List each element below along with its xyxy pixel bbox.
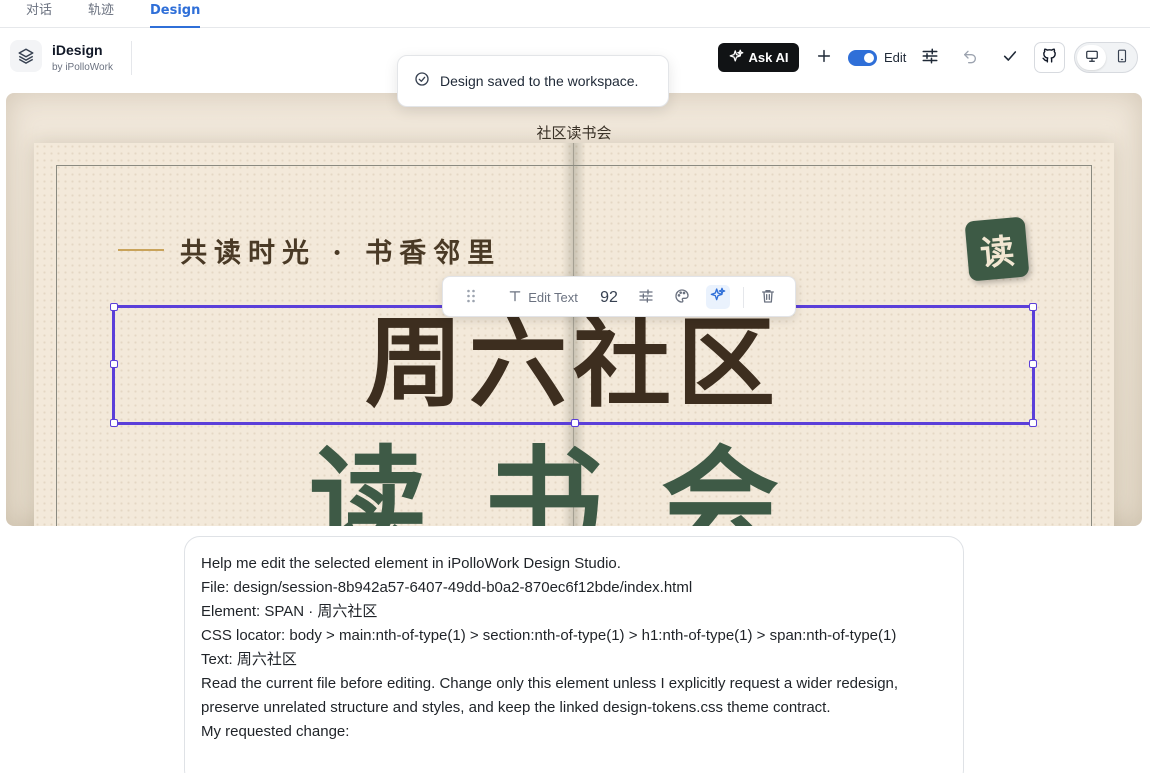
sliders-icon	[638, 288, 654, 308]
edit-mode-toggle[interactable]	[848, 50, 877, 66]
resize-handle-top-right[interactable]	[1029, 303, 1037, 311]
tagline-text[interactable]: 共读时光 · 书香邻里	[180, 231, 501, 270]
resize-handle-bottom-left[interactable]	[110, 419, 118, 427]
palette-icon	[674, 288, 690, 308]
app-subtitle: by iPolloWork	[52, 62, 113, 73]
prompt-line: Text: 周六社区	[201, 651, 297, 668]
page-label: 社区读书会	[536, 124, 612, 142]
github-button[interactable]	[1034, 42, 1065, 73]
prompt-line: CSS locator: body > main:nth-of-type(1) …	[201, 627, 897, 644]
device-switcher	[1074, 42, 1138, 73]
element-style-button[interactable]	[635, 277, 657, 318]
add-button[interactable]	[810, 43, 838, 72]
app-title: iDesign	[52, 42, 103, 58]
color-button[interactable]	[671, 277, 693, 318]
ask-ai-label: Ask AI	[748, 50, 789, 65]
drag-handle[interactable]	[461, 277, 481, 318]
prompt-line: Element: SPAN · 周六社区	[201, 603, 378, 620]
read-badge[interactable]: 读	[964, 216, 1030, 282]
brand-divider	[131, 41, 132, 75]
edit-text-button[interactable]: Edit Text	[503, 277, 583, 318]
smartphone-icon	[1115, 48, 1129, 67]
resize-handle-bottom-right[interactable]	[1029, 419, 1037, 427]
tab-trajectory[interactable]: 轨迹	[88, 3, 114, 28]
github-icon	[1041, 47, 1058, 68]
sparkles-icon	[710, 287, 726, 307]
edit-text-label: Edit Text	[528, 290, 578, 305]
prompt-line: File: design/session-8b942a57-6407-49dd-…	[201, 579, 693, 596]
toast-message: Design saved to the workspace.	[440, 73, 639, 89]
sparkles-icon	[729, 49, 744, 67]
prompt-line: Read the current file before editing. Ch…	[201, 675, 899, 716]
prompt-textarea[interactable]: Help me edit the selected element in iPo…	[184, 536, 964, 773]
ai-edit-button[interactable]	[706, 285, 730, 309]
layers-icon[interactable]	[10, 40, 42, 72]
check-icon	[1002, 48, 1018, 68]
mobile-preview-button[interactable]	[1107, 45, 1136, 70]
prompt-line: My requested change:	[201, 723, 350, 740]
save-toast: Design saved to the workspace.	[397, 55, 669, 107]
subhead-text[interactable]: 读书会	[112, 433, 1034, 526]
plus-icon	[816, 48, 832, 68]
confirm-button[interactable]	[996, 43, 1024, 72]
resize-handle-right[interactable]	[1029, 360, 1037, 368]
resize-handle-left[interactable]	[110, 360, 118, 368]
check-circle-icon	[414, 71, 430, 91]
resize-handle-bottom[interactable]	[571, 419, 579, 427]
prompt-line: Help me edit the selected element in iPo…	[201, 555, 621, 572]
tab-chat[interactable]: 对话	[26, 3, 52, 28]
desktop-preview-button[interactable]	[1077, 45, 1106, 70]
edit-mode-label: Edit	[884, 50, 907, 65]
toolbar-separator	[743, 287, 744, 308]
delete-element-button[interactable]	[757, 277, 779, 318]
tagline-dash	[118, 249, 164, 251]
trash-icon	[760, 288, 776, 308]
resize-handle-top-left[interactable]	[110, 303, 118, 311]
undo-button[interactable]	[956, 43, 984, 72]
design-canvas[interactable]: 社区读书会 共读时光 · 书香邻里 读 周六社区 读书会 Edit Text 9…	[6, 93, 1142, 526]
text-icon	[508, 288, 522, 307]
tab-design[interactable]: Design	[150, 3, 201, 28]
adjust-button[interactable]	[916, 43, 944, 72]
undo-icon	[962, 48, 978, 68]
element-toolbar: Edit Text 92	[442, 276, 796, 317]
selection-box[interactable]	[110, 303, 1037, 427]
font-size-value[interactable]: 92	[595, 277, 623, 318]
ask-ai-button[interactable]: Ask AI	[718, 43, 799, 72]
grip-icon	[466, 288, 476, 307]
font-size-text: 92	[600, 288, 618, 306]
sliders-icon	[921, 47, 939, 69]
monitor-icon	[1085, 48, 1099, 67]
top-tab-bar: 对话 轨迹 Design	[0, 0, 1150, 28]
